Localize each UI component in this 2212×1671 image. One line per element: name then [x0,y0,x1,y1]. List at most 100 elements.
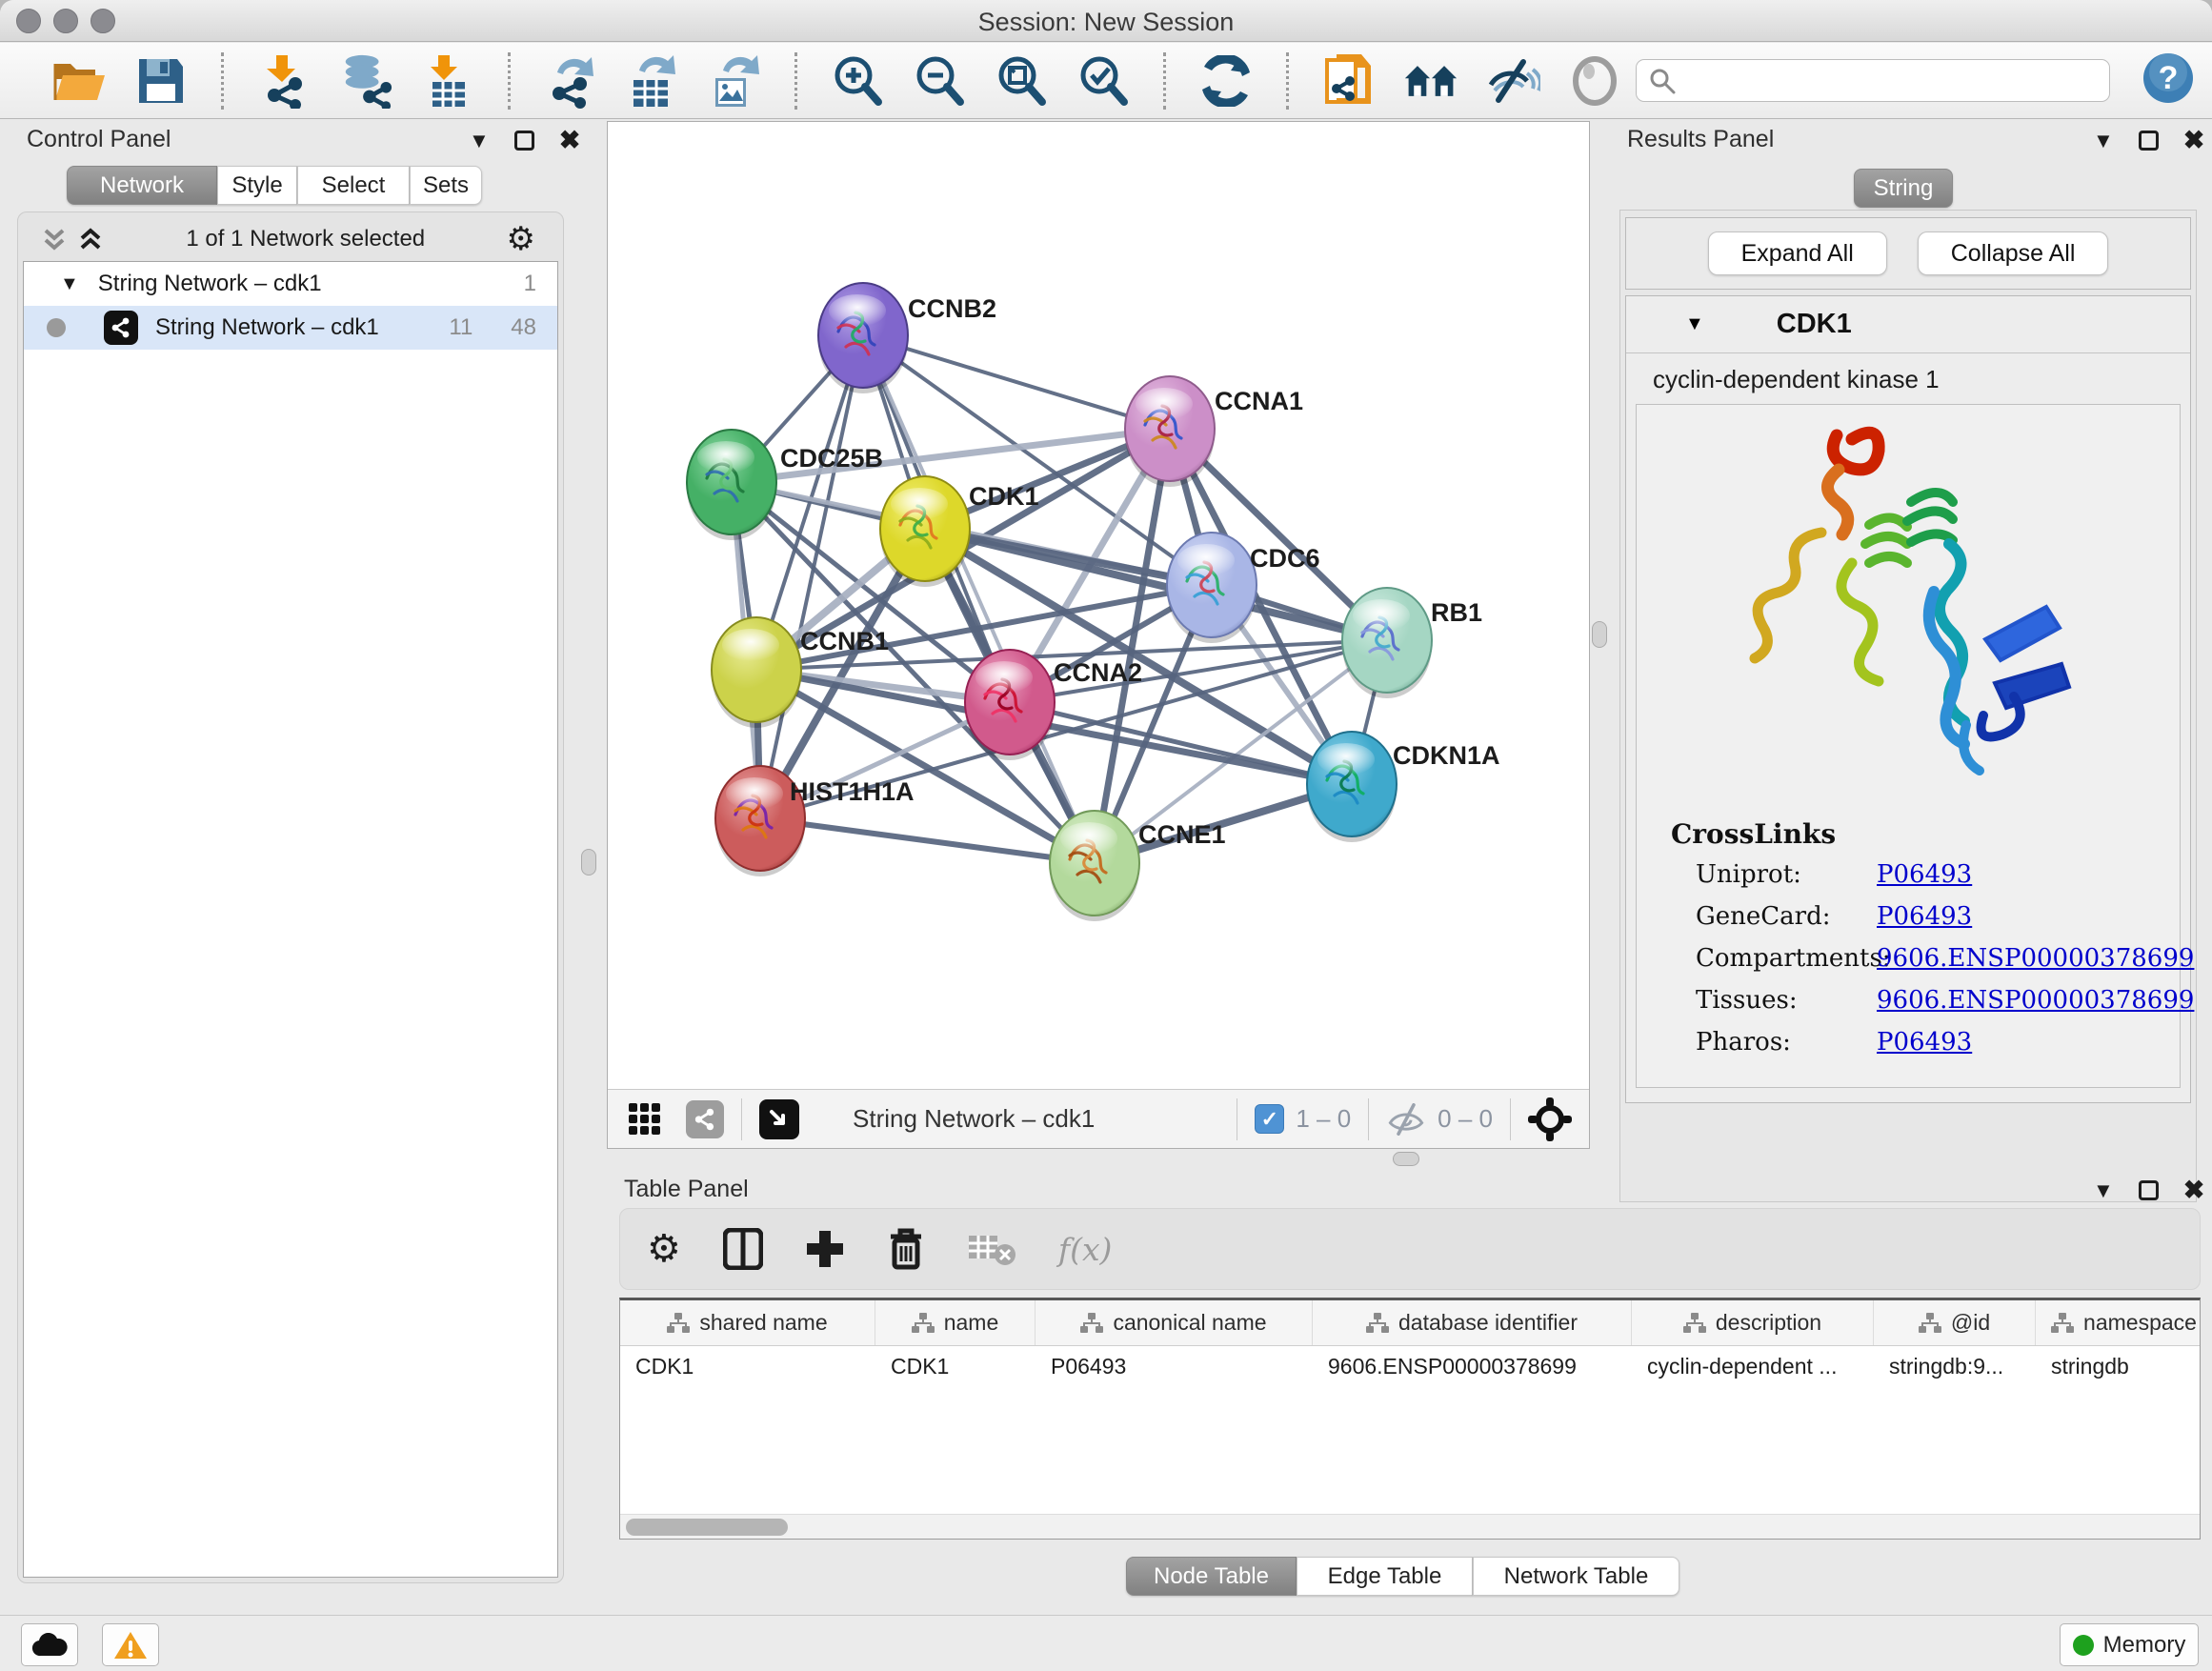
save-session-button[interactable] [133,53,189,109]
collapse-panel-icon[interactable]: ▼ [2093,131,2114,151]
horizontal-scrollbar[interactable] [620,1514,2200,1539]
column-header-database-identifier[interactable]: database identifier [1313,1300,1632,1345]
search-input[interactable] [1636,59,2110,102]
gene-header-row[interactable]: ▼ CDK1 [1626,296,2190,353]
float-panel-icon[interactable] [2139,131,2159,151]
network-canvas[interactable]: CCNB2CCNA1CDC25BCDK1CDC6RB1CCNB1CCNA2CDK… [608,122,1589,1089]
crosslink-link[interactable]: 9606.ENSP00000378699 [1877,986,2194,1015]
warning-icon [113,1630,148,1661]
edge-CCNB2-CCNA1[interactable] [863,335,1170,429]
column-header-shared-name[interactable]: shared name [620,1300,875,1345]
vertical-splitter-handle[interactable] [1592,621,1607,648]
tab-node-table[interactable]: Node Table [1126,1557,1297,1596]
vertical-splitter-handle[interactable] [581,849,596,876]
collapse-all-button[interactable]: Collapse All [1918,232,2109,275]
network-row[interactable]: String Network – cdk1 11 48 [24,306,557,350]
tab-edge-table[interactable]: Edge Table [1297,1557,1473,1596]
close-panel-icon[interactable]: ✖ [2183,128,2205,153]
float-panel-icon[interactable] [2139,1180,2159,1200]
float-panel-icon[interactable] [514,131,534,151]
tab-network-table[interactable]: Network Table [1473,1557,1679,1596]
column-header-description[interactable]: description [1632,1300,1874,1345]
close-panel-icon[interactable]: ✖ [559,128,581,153]
collection-label: String Network – cdk1 [98,271,322,297]
create-column-icon[interactable] [805,1229,845,1269]
network-tree: ▼ String Network – cdk1 1 String Network… [23,261,558,1578]
column-header-namespace[interactable]: namespace [2036,1300,2201,1345]
collection-expand-icon[interactable]: ▼ [60,273,79,295]
node-RB1[interactable] [1342,588,1432,698]
zoom-out-button[interactable] [912,53,967,109]
zoom-in-button[interactable] [830,53,885,109]
gene-expand-icon[interactable]: ▼ [1685,313,1704,335]
share-network-file-button[interactable] [1321,53,1377,109]
scrollbar-thumb[interactable] [626,1519,788,1536]
node-CCNA2[interactable] [965,650,1055,760]
results-panel-title: Results Panel [1627,126,1774,153]
collapse-panel-icon[interactable]: ▼ [469,131,490,151]
open-session-button[interactable] [51,53,107,109]
column-header-canonical-name[interactable]: canonical name [1036,1300,1313,1345]
pan-crosshair-icon[interactable] [1528,1097,1572,1141]
import-network-file-button[interactable] [256,53,312,109]
table-row[interactable]: CDK1CDK1P064939606.ENSP00000378699cyclin… [620,1346,2200,1386]
show-hidden-button[interactable] [1567,53,1622,109]
export-image-button[interactable] [707,53,762,109]
node-CDC6[interactable] [1167,533,1257,643]
table-options-gear-icon[interactable]: ⚙ [647,1227,681,1271]
collapse-all-networks-icon[interactable] [40,225,69,253]
column-header-label: name [944,1310,999,1336]
apply-layout-button[interactable] [1198,53,1254,109]
zoom-selected-button[interactable] [1076,53,1131,109]
show-columns-icon[interactable] [723,1228,763,1270]
network-options-gear-icon[interactable]: ⚙ [507,220,535,258]
export-table-button[interactable] [625,53,680,109]
string-view-icon[interactable] [686,1100,724,1138]
node-CCNE1[interactable] [1050,811,1139,921]
node-label-CDKN1A: CDKN1A [1393,741,1500,770]
crosslink-link[interactable]: P06493 [1877,860,1972,889]
expand-all-button[interactable]: Expand All [1708,232,1887,275]
column-header-at-id[interactable]: @id [1874,1300,2036,1345]
tab-sets[interactable]: Sets [410,166,482,205]
import-network-database-button[interactable] [338,53,393,109]
import-table-button[interactable] [420,53,475,109]
node-CCNB2[interactable] [818,283,908,393]
memory-button[interactable]: Memory [2060,1623,2199,1666]
tab-select[interactable]: Select [297,166,410,205]
hide-selected-button[interactable] [1485,53,1540,109]
node-CCNA1[interactable] [1125,376,1215,487]
tab-style[interactable]: Style [217,166,297,205]
network-collection-row[interactable]: ▼ String Network – cdk1 1 [24,262,557,306]
collapse-panel-icon[interactable]: ▼ [2093,1180,2114,1201]
warnings-button[interactable] [102,1623,159,1666]
table-toolbar: ⚙ f(x) [619,1208,2201,1290]
column-header-name[interactable]: name [875,1300,1036,1345]
grid-view-icon[interactable] [627,1101,663,1137]
expand-all-networks-icon[interactable] [76,225,105,253]
close-panel-icon[interactable]: ✖ [2183,1178,2205,1203]
zoom-fit-icon [995,54,1048,108]
node-CCNB1[interactable] [712,617,801,728]
crosslink-link[interactable]: P06493 [1877,902,1972,931]
selected-nodes-checkbox[interactable]: ✓ [1255,1104,1284,1134]
edge-HIST1H1A-CCNE1[interactable] [760,818,1095,863]
delete-column-icon[interactable] [887,1227,925,1271]
cloud-button[interactable] [21,1623,78,1666]
tab-string[interactable]: String [1854,169,1953,208]
export-network-button[interactable] [543,53,598,109]
toolbar-separator [1163,52,1166,110]
crosslink-link[interactable]: P06493 [1877,1028,1972,1057]
node-CDK1[interactable] [880,476,970,587]
help-button[interactable]: ? [2142,52,2194,109]
search-icon [1649,68,1676,94]
crosslink-link[interactable]: 9606.ENSP00000378699 [1877,944,2194,973]
zoom-fit-button[interactable] [994,53,1049,109]
show-neighbors-button[interactable] [1403,53,1458,109]
birdseye-view-icon[interactable] [759,1099,799,1139]
node-CDKN1A[interactable] [1307,732,1397,842]
node-gloss [1177,544,1235,576]
horizontal-splitter-handle[interactable] [1393,1152,1419,1166]
tab-network[interactable]: Network [67,166,217,205]
node-CDC25B[interactable] [687,430,776,540]
